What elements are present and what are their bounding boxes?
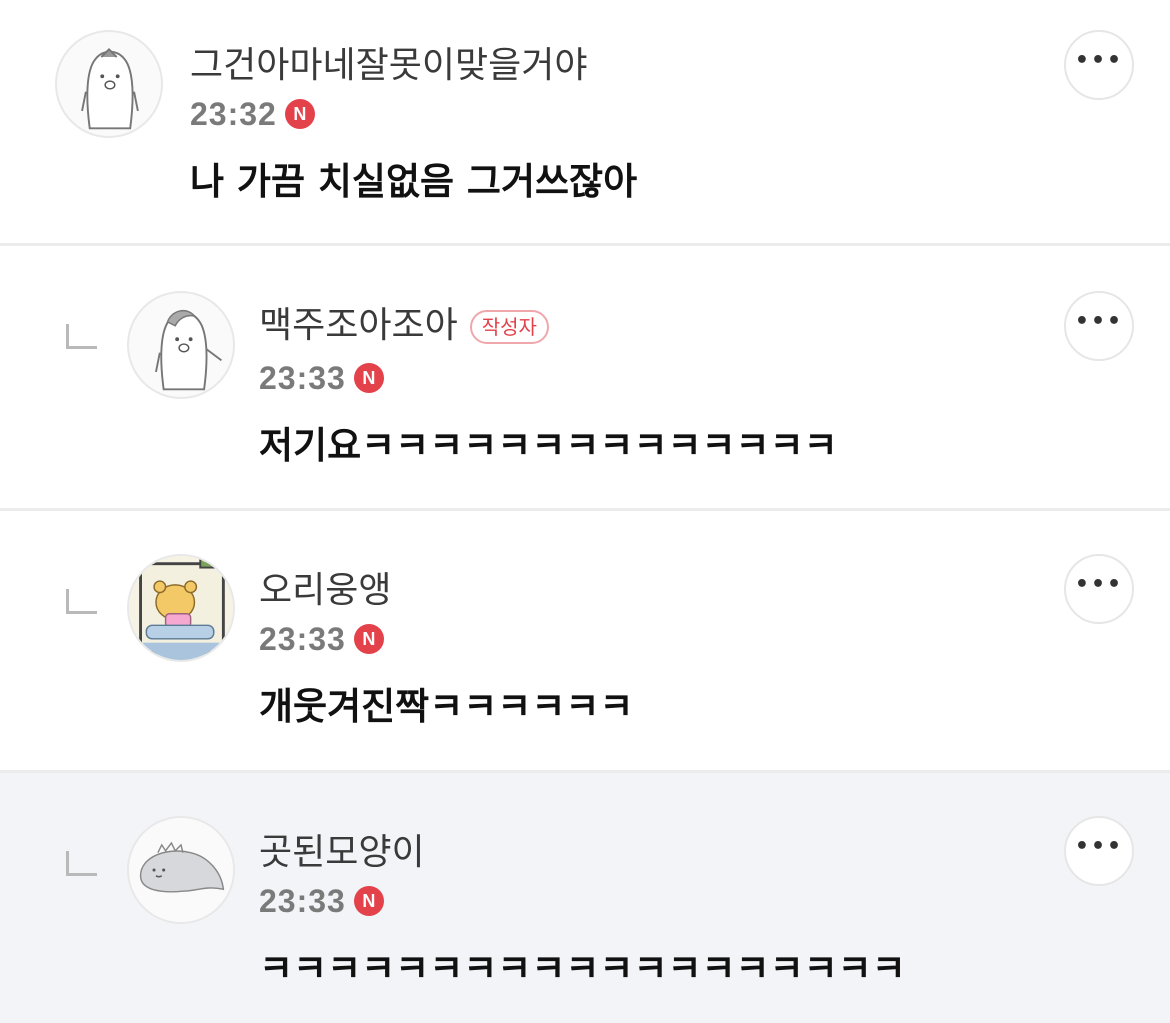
penguin-avatar-icon <box>81 47 139 130</box>
more-dots-icon: ••• <box>1074 48 1124 73</box>
comment-username[interactable]: 곳된모양이 <box>259 831 425 875</box>
comment-item: 그건아마네잘못이맞을거야 23:32 N 나 가끔 치실없음 그거쓰잖아 ••• <box>0 0 1170 245</box>
comment-username[interactable]: 맥주조아조아 작성자 <box>259 304 549 348</box>
comment-time: 23:33 <box>259 620 346 657</box>
comment-meta: 23:33 N <box>259 619 384 659</box>
comment-meta: 23:33 N <box>259 358 384 398</box>
comment-username-text: 맥주조아조아 <box>259 305 458 346</box>
reply-item: 오리웅앵 23:33 N 개웃겨진짝ㅋㅋㅋㅋㅋㅋ ••• <box>0 511 1170 771</box>
new-badge-icon: N <box>353 363 384 393</box>
seal-avatar-icon <box>129 818 233 922</box>
reply-arrow-icon <box>66 324 97 349</box>
reply-arrow-icon <box>66 851 97 876</box>
reply-item: 곳된모양이 23:33 N ㅋㅋㅋㅋㅋㅋㅋㅋㅋㅋㅋㅋㅋㅋㅋㅋㅋㅋㅋ ••• <box>0 773 1170 1023</box>
comment-username[interactable]: 그건아마네잘못이맞을거야 <box>190 44 587 88</box>
penguin-avatar-icon <box>155 309 223 391</box>
comment-text: 나 가끔 치실없음 그거쓰잖아 <box>190 160 638 203</box>
more-dots-icon: ••• <box>1074 572 1124 597</box>
new-badge-icon: N <box>353 624 384 654</box>
more-options-button[interactable]: ••• <box>1064 30 1134 100</box>
avatar[interactable] <box>127 816 235 924</box>
comment-time: 23:32 <box>190 95 277 132</box>
reply-item: 맥주조아조아 작성자 23:33 N 저기요ㅋㅋㅋㅋㅋㅋㅋㅋㅋㅋㅋㅋㅋㅋ ••• <box>0 246 1170 509</box>
more-options-button[interactable]: ••• <box>1064 291 1134 361</box>
comment-username[interactable]: 오리웅앵 <box>259 569 391 613</box>
comment-text: 저기요ㅋㅋㅋㅋㅋㅋㅋㅋㅋㅋㅋㅋㅋㅋ <box>259 424 838 467</box>
new-badge-icon: N <box>353 886 384 916</box>
comment-text: 개웃겨진짝ㅋㅋㅋㅋㅋㅋ <box>259 685 634 728</box>
reply-arrow-icon <box>66 589 97 614</box>
more-dots-icon: ••• <box>1074 309 1124 334</box>
avatar[interactable] <box>55 30 163 138</box>
comment-meta: 23:33 N <box>259 881 384 921</box>
more-options-button[interactable]: ••• <box>1064 554 1134 624</box>
comment-time: 23:33 <box>259 359 346 396</box>
avatar[interactable] <box>127 291 235 399</box>
avatar[interactable] <box>127 554 235 662</box>
comment-meta: 23:32 N <box>190 94 315 134</box>
author-badge: 작성자 <box>469 310 549 344</box>
more-options-button[interactable]: ••• <box>1064 816 1134 886</box>
comment-time: 23:33 <box>259 882 346 919</box>
bear-avatar-icon <box>129 556 233 660</box>
more-dots-icon: ••• <box>1074 834 1124 859</box>
comment-text: ㅋㅋㅋㅋㅋㅋㅋㅋㅋㅋㅋㅋㅋㅋㅋㅋㅋㅋㅋ <box>259 947 906 990</box>
new-badge-icon: N <box>284 99 315 129</box>
